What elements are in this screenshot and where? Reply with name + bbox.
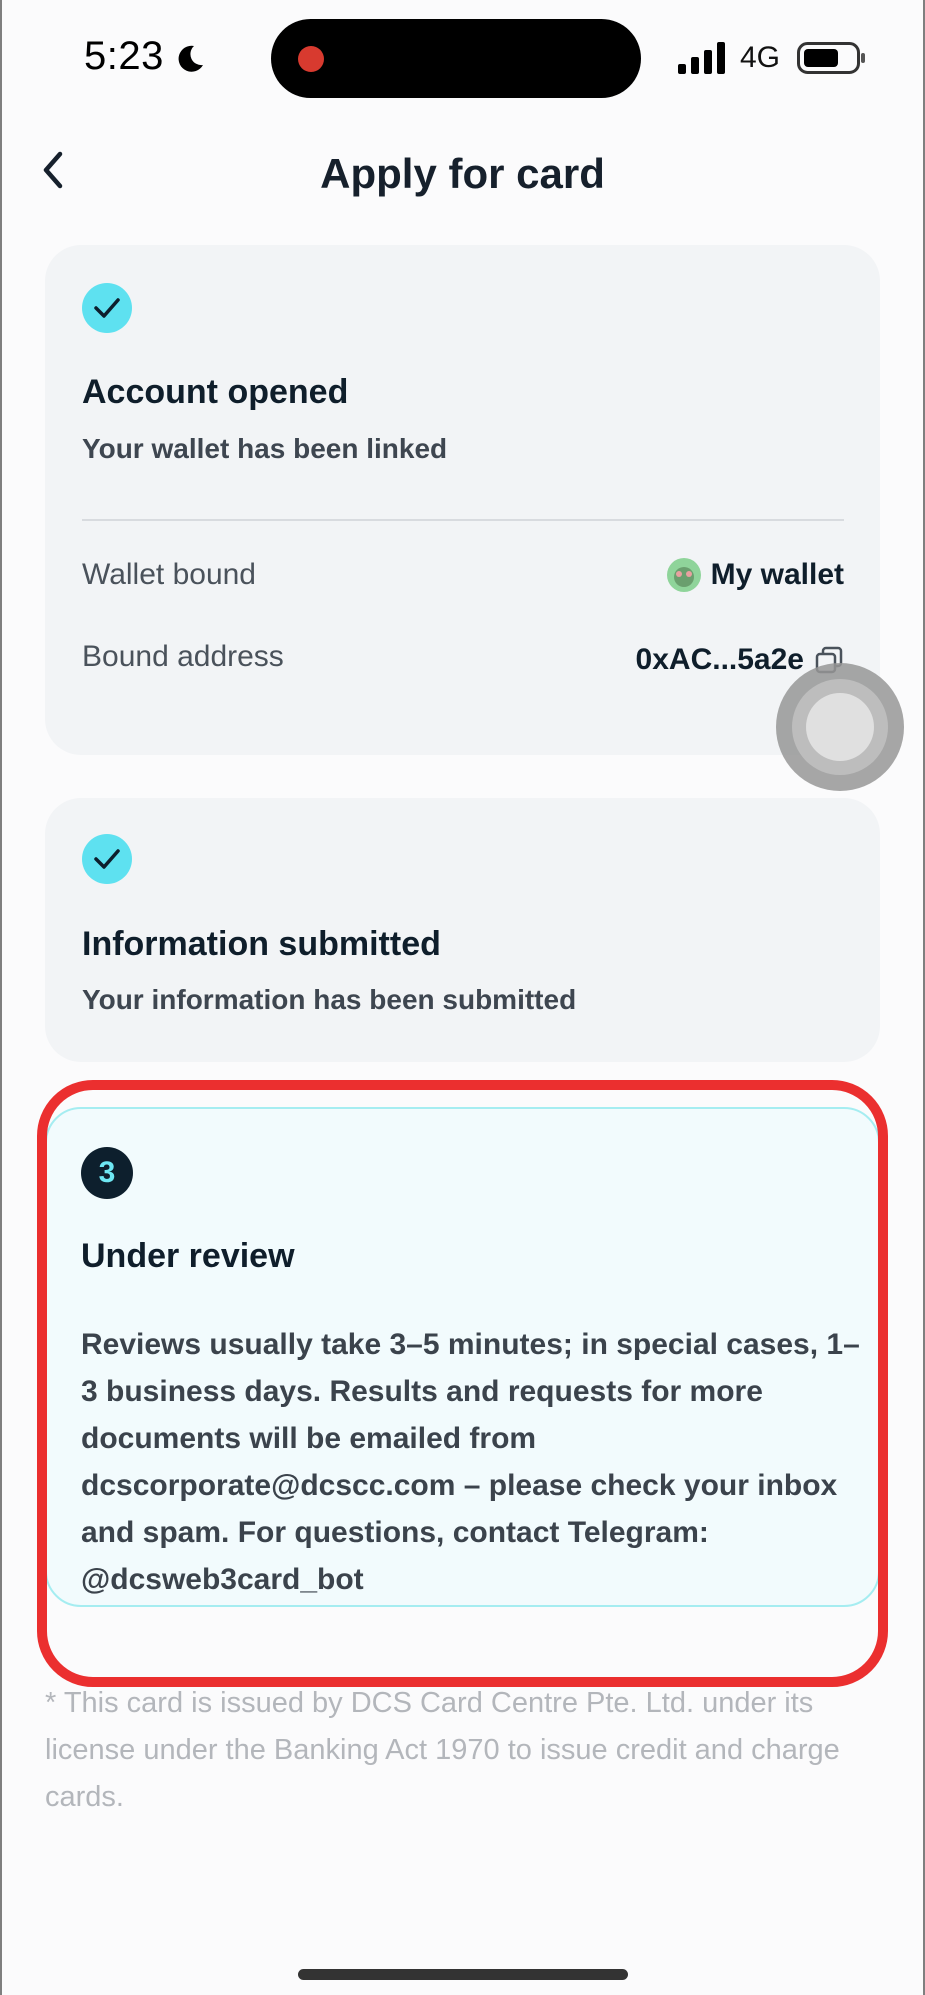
wallet-name: My wallet [710,558,844,591]
wallet-bound-label: Wallet bound [82,558,256,591]
wallet-avatar-icon [666,558,701,592]
home-indicator[interactable] [298,1969,628,1980]
wallet-bound-value: My wallet [666,558,844,592]
step-card-information-submitted: Information submitted Your information h… [45,798,880,1062]
page-title: Apply for card [320,150,605,197]
assistive-touch-button[interactable] [776,663,904,791]
highlight-annotation-frame [37,1080,888,1687]
bound-address: 0xAC...5a2e [635,643,804,676]
step-complete-badge [82,834,132,884]
check-icon [94,849,120,869]
network-label: 4G [740,41,781,74]
assistive-touch-center [806,693,874,761]
battery-icon [797,42,865,74]
bound-address-label: Bound address [82,640,284,673]
dynamic-island [271,19,641,98]
step-subtitle: Your wallet has been linked [82,433,448,464]
step-subtitle: Your information has been submitted [82,984,577,1015]
step-card-account-opened: Account opened Your wallet has been link… [45,245,880,755]
status-bar: 5:23 4G [0,0,925,118]
step-title: Information submitted [82,925,441,963]
divider [82,519,844,521]
check-icon [94,298,120,318]
signal-icon [678,42,725,74]
screen-edge-left [0,0,2,1995]
step-title: Account opened [82,373,349,411]
step-complete-badge [82,283,132,333]
moon-icon [178,45,203,72]
card-issuer-footnote: * This card is issued by DCS Card Centre… [45,1687,840,1813]
recording-dot-icon [298,46,324,72]
status-time: 5:23 [84,34,164,78]
